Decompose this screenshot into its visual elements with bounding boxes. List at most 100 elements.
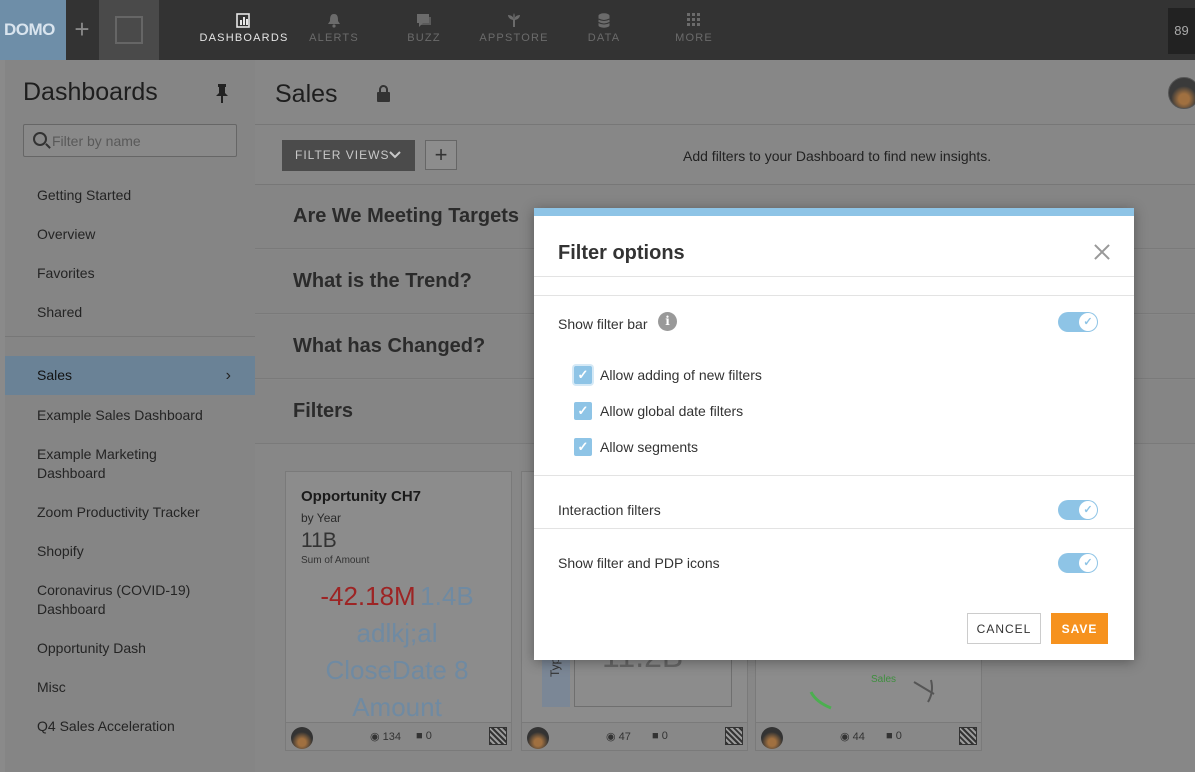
nav-more[interactable]: MORE [644, 0, 744, 60]
pin-icon[interactable] [215, 84, 231, 106]
section-title: Are We Meeting Targets [293, 205, 519, 227]
sidebar-item-favorites[interactable]: Favorites [5, 264, 255, 283]
database-icon [596, 13, 612, 28]
allow-segments-checkbox[interactable]: ✓ [574, 438, 592, 456]
sidebar-item-opportunity-dash[interactable]: Opportunity Dash [5, 639, 255, 658]
comment-icon: ■ [886, 730, 893, 742]
sidebar-item-label: Sales [37, 367, 73, 383]
card-footer: ◉ 44 ■ 0 [756, 722, 981, 750]
checkbox-label: Allow adding of new filters [600, 367, 762, 383]
card-line: CloseDate 8 [325, 655, 469, 685]
show-filter-bar-toggle[interactable]: ✓ [1058, 312, 1098, 332]
chevron-right-icon: › [225, 367, 231, 384]
show-icons-toggle[interactable]: ✓ [1058, 553, 1098, 573]
sidebar-search [23, 124, 237, 157]
filter-views-button[interactable]: FILTER VIEWS [282, 140, 415, 171]
bell-icon [326, 13, 342, 28]
qr-code-icon[interactable] [489, 727, 507, 745]
check-icon: ✓ [1079, 554, 1097, 572]
appstore-icon [506, 13, 522, 28]
section-title: What is the Trend? [293, 270, 472, 292]
section-title: What has Changed? [293, 335, 486, 357]
views-count: ◉ 44 [840, 731, 865, 743]
nav-more-label: MORE [675, 32, 713, 44]
app-thumbnail-button[interactable] [99, 0, 159, 60]
dialog-divider [534, 295, 1134, 296]
sidebar-item-q4-sales-acceleration[interactable]: Q4 Sales Acceleration [5, 717, 255, 736]
sidebar-item-shared[interactable]: Shared [5, 303, 255, 322]
sidebar-item-sales[interactable]: Sales › [5, 356, 255, 395]
show-icons-label: Show filter and PDP icons [558, 555, 720, 571]
chevron-down-icon [389, 140, 401, 171]
allow-new-filters-checkbox[interactable]: ✓ [574, 366, 592, 384]
sidebar-item-overview[interactable]: Overview [5, 225, 255, 244]
filter-by-name-input[interactable] [52, 125, 232, 156]
comment-icon: ■ [416, 730, 423, 742]
nav-data[interactable]: DATA [554, 0, 654, 60]
dashboard-icon [236, 13, 252, 28]
interaction-filters-toggle[interactable]: ✓ [1058, 500, 1098, 520]
card-summary-value: 11B [301, 529, 337, 552]
nav-alerts-label: ALERTS [309, 32, 359, 44]
gauge-label: Sales [871, 674, 896, 685]
sidebar-title: Dashboards [23, 78, 158, 106]
unlock-icon[interactable] [377, 85, 390, 102]
search-icon [33, 132, 47, 146]
dialog-divider [534, 276, 1134, 277]
qr-code-icon[interactable] [725, 727, 743, 745]
filter-views-label: FILTER VIEWS [295, 148, 390, 162]
dialog-divider [534, 528, 1134, 529]
sidebar-item-shopify[interactable]: Shopify [5, 542, 255, 561]
allow-global-date-filters-checkbox[interactable]: ✓ [574, 402, 592, 420]
sidebar-item-example-sales-dashboard[interactable]: Example Sales Dashboard [5, 406, 255, 425]
check-icon: ✓ [1079, 313, 1097, 331]
avatar[interactable] [1168, 77, 1195, 109]
filter-options-dialog: Filter options Show filter bar i ✓ ✓ All… [534, 208, 1134, 660]
nav-dashboards[interactable]: DASHBOARDS [194, 0, 294, 60]
dashboards-sidebar: Dashboards Getting Started Overview Favo… [5, 60, 255, 772]
nav-alerts[interactable]: ALERTS [284, 0, 384, 60]
top-navigation-bar: DOMO + DASHBOARDS ALERTS BUZZ APPSTORE D… [0, 0, 1195, 60]
card-line: Amount [352, 692, 442, 722]
card-title: Opportunity CH7 [301, 488, 421, 505]
nav-appstore-label: APPSTORE [479, 32, 549, 44]
sidebar-item-coronavirus-dashboard[interactable]: Coronavirus (COVID-19) Dashboard [5, 581, 205, 619]
comment-icon: ■ [652, 730, 659, 742]
sidebar-item-misc[interactable]: Misc [5, 678, 255, 697]
card-opportunity-ch7[interactable]: Opportunity CH7 by Year 11B Sum of Amoun… [285, 471, 512, 751]
nav-dashboards-label: DASHBOARDS [199, 32, 289, 44]
eye-icon: ◉ [840, 731, 850, 743]
save-button[interactable]: SAVE [1051, 613, 1108, 644]
interaction-filters-label: Interaction filters [558, 502, 661, 518]
nav-data-label: DATA [587, 32, 621, 44]
avatar[interactable] [761, 727, 783, 749]
show-filter-bar-label: Show filter bar [558, 316, 648, 332]
avatar[interactable] [291, 727, 313, 749]
user-badge[interactable]: 89 [1168, 8, 1195, 54]
checkbox-label: Allow global date filters [600, 403, 744, 419]
qr-code-icon[interactable] [959, 727, 977, 745]
info-icon[interactable]: i [658, 312, 677, 331]
card-text-content: -42.18M 1.4B adlkj;al CloseDate 8 Amount [286, 580, 508, 728]
section-title: Filters [293, 400, 354, 422]
create-plus-button[interactable]: + [66, 0, 98, 60]
avatar[interactable] [527, 727, 549, 749]
sidebar-item-zoom-productivity-tracker[interactable]: Zoom Productivity Tracker [5, 503, 255, 522]
nav-buzz[interactable]: BUZZ [374, 0, 474, 60]
checkbox-label: Allow segments [600, 439, 699, 455]
close-icon[interactable] [1092, 242, 1112, 262]
negative-value: -42.18M [320, 581, 416, 611]
domo-logo[interactable]: DOMO [0, 0, 66, 60]
add-filter-button[interactable]: + [425, 140, 457, 170]
check-icon: ✓ [1079, 501, 1097, 519]
chat-icon [416, 13, 432, 28]
comments-count: ■ 0 [886, 730, 902, 742]
nav-appstore[interactable]: APPSTORE [464, 0, 564, 60]
sidebar-item-example-marketing-dashboard[interactable]: Example Marketing Dashboard [5, 445, 205, 483]
dialog-divider [534, 475, 1134, 476]
views-count: ◉ 47 [606, 731, 631, 743]
card-summary-caption: Sum of Amount [301, 555, 370, 566]
card-line: adlkj;al [356, 618, 438, 648]
sidebar-item-getting-started[interactable]: Getting Started [5, 186, 255, 205]
cancel-button[interactable]: CANCEL [967, 613, 1041, 644]
